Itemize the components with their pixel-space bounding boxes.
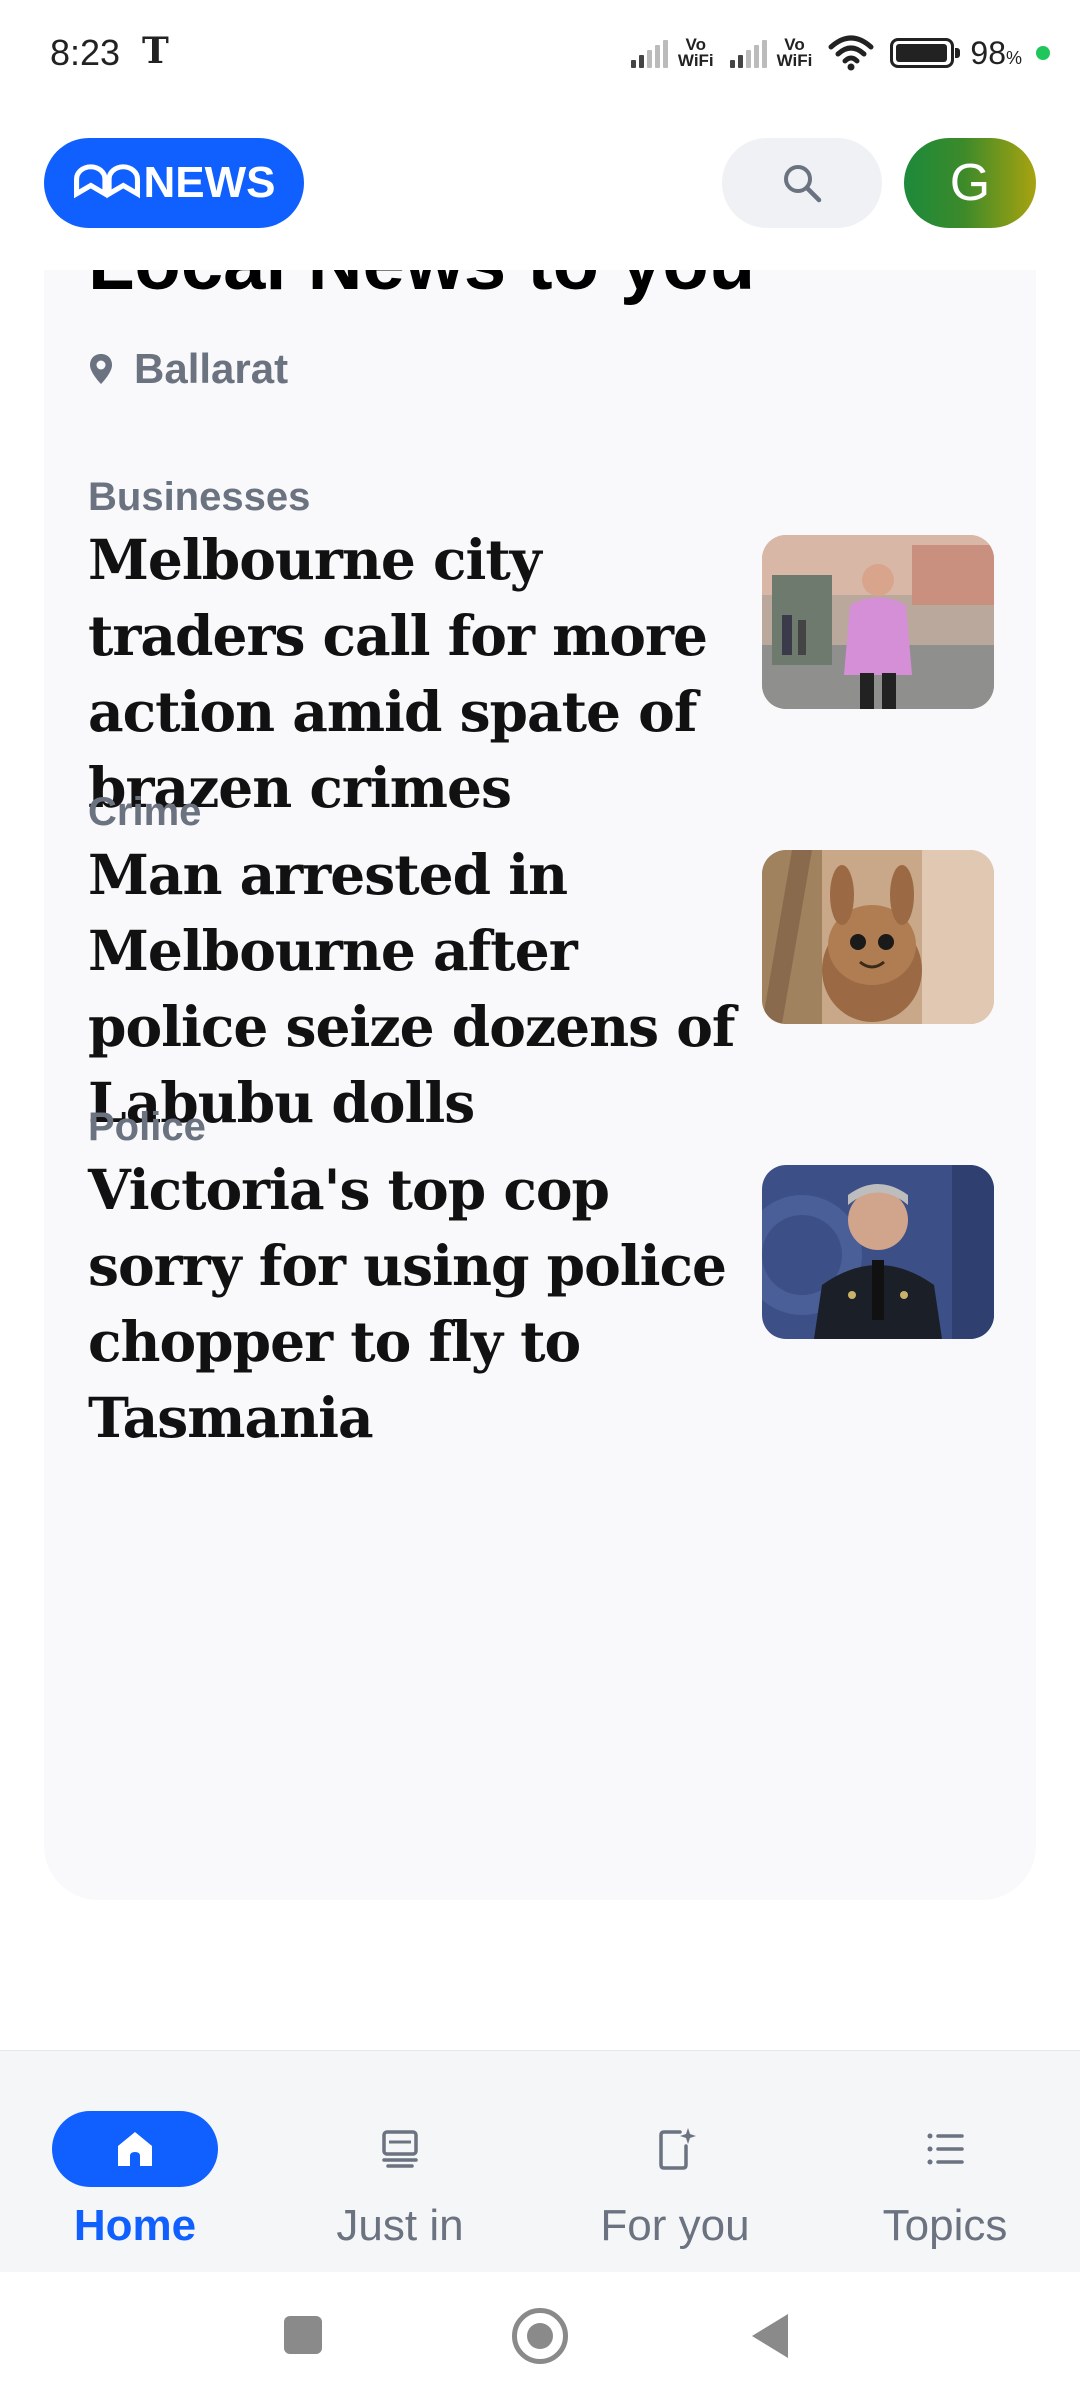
story-thumbnail-police[interactable] — [762, 1165, 994, 1339]
nav-home-label: Home — [73, 2201, 197, 2250]
logo-text: NEWS — [143, 158, 276, 207]
local-news-card: Local News to you Ballarat Businesses Me… — [44, 160, 1036, 1900]
nav-home-pill — [52, 2111, 218, 2187]
location-row[interactable]: Ballarat — [88, 345, 288, 393]
home-icon — [118, 2132, 152, 2166]
abc-mark-icon: ᗣᗣ — [72, 158, 141, 207]
battery-percent: 98% — [970, 34, 1022, 71]
bottom-navigation: Home Just in For you Topics — [0, 2050, 1080, 2272]
nav-topics-label: Topics — [882, 2201, 1008, 2250]
topics-icon — [927, 2133, 964, 2165]
status-bar: 8:23 T Vo WiFi Vo WiFi 98% — [0, 0, 1080, 110]
story-topic-police[interactable]: Police — [88, 1105, 206, 1150]
nav-home[interactable]: Home — [0, 2081, 270, 2250]
recents-button[interactable] — [284, 2316, 322, 2354]
nav-for-you-pill — [592, 2111, 758, 2187]
search-icon — [784, 165, 822, 203]
nav-just-in[interactable]: Just in — [265, 2081, 535, 2250]
nav-just-in-label: Just in — [336, 2201, 464, 2250]
privacy-dot-icon — [1036, 46, 1050, 60]
search-button[interactable] — [722, 138, 882, 228]
vowifi-2-label: Vo WiFi — [776, 35, 813, 70]
for-you-icon — [659, 2128, 696, 2170]
signal-1-icon — [630, 38, 668, 68]
back-button[interactable] — [752, 2314, 788, 2358]
nav-topics[interactable]: Topics — [810, 2081, 1080, 2250]
nav-for-you[interactable]: For you — [540, 2081, 810, 2250]
system-navigation-bar — [0, 2272, 1080, 2400]
story-title[interactable]: Melbourne city traders call for more act… — [88, 522, 748, 826]
battery-icon — [890, 38, 961, 68]
nav-for-you-label: For you — [600, 2201, 750, 2250]
location-pin-icon — [90, 354, 112, 384]
story-title[interactable]: Victoria's top cop sorry for using polic… — [88, 1152, 748, 1456]
story-topic-businesses[interactable]: Businesses — [88, 475, 310, 520]
status-icons: Vo WiFi Vo WiFi 98% — [630, 28, 1050, 78]
status-time: 8:23 — [50, 32, 121, 73]
just-in-icon — [382, 2130, 418, 2168]
nav-topics-pill — [862, 2111, 1028, 2187]
home-system-button[interactable] — [512, 2308, 568, 2364]
story-title[interactable]: Man arrested in Melbourne after police s… — [88, 837, 748, 1141]
story-thumbnail-businesses[interactable] — [762, 535, 994, 709]
profile-avatar[interactable]: G — [904, 138, 1036, 228]
vowifi-1-label: Vo WiFi — [677, 35, 714, 70]
story-topic-crime[interactable]: Crime — [88, 790, 201, 835]
carrier-t-icon: T — [142, 30, 169, 72]
nav-just-in-pill — [317, 2111, 483, 2187]
abc-news-logo[interactable]: ᗣᗣ NEWS — [44, 138, 304, 228]
wifi-icon — [828, 35, 874, 71]
app-header: ᗣᗣ NEWS G — [0, 110, 1080, 270]
story-thumbnail-crime[interactable] — [762, 850, 994, 1024]
signal-2-icon — [729, 38, 767, 68]
location-label: Ballarat — [134, 345, 289, 392]
